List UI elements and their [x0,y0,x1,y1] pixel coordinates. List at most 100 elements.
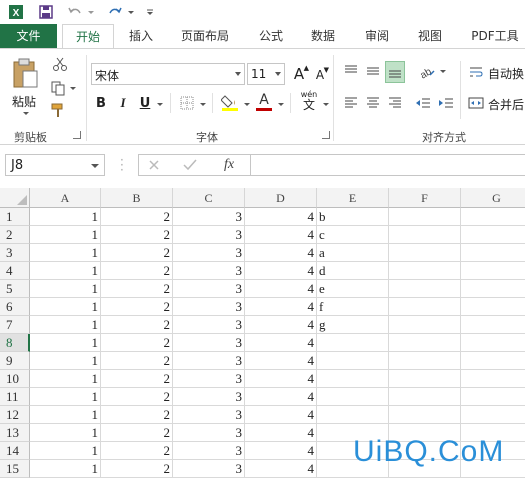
cell-c[interactable]: 3 [173,316,245,334]
cell-c[interactable]: 3 [173,388,245,406]
cell-a[interactable]: 1 [30,442,101,460]
cell-d[interactable]: 4 [245,316,317,334]
row-header[interactable]: 3 [0,244,30,262]
cell-b[interactable]: 2 [101,316,173,334]
cell-a[interactable]: 1 [30,208,101,226]
cell-d[interactable]: 4 [245,442,317,460]
cell-d[interactable]: 4 [245,370,317,388]
grow-font-button[interactable]: A ▲ [291,64,309,84]
column-header-e[interactable]: E [317,188,389,208]
cell-b[interactable]: 2 [101,388,173,406]
cell-a[interactable]: 1 [30,352,101,370]
align-top-icon[interactable] [341,61,361,81]
cell-d[interactable]: 4 [245,208,317,226]
cell-b[interactable]: 2 [101,460,173,478]
tab-review[interactable]: 审阅 [354,24,400,48]
tab-view[interactable]: 视图 [407,24,453,48]
cell-c[interactable]: 3 [173,208,245,226]
paste-label[interactable]: 粘贴 [12,93,36,110]
align-right-icon[interactable] [385,93,405,113]
cell-b[interactable]: 2 [101,244,173,262]
tab-home[interactable]: 开始 [62,24,114,49]
cell-b[interactable]: 2 [101,334,173,352]
cell-b[interactable]: 2 [101,442,173,460]
cell-f[interactable] [389,244,461,262]
cell-d[interactable]: 4 [245,406,317,424]
cell-g[interactable] [461,352,525,370]
cell-a[interactable]: 1 [30,226,101,244]
row-header[interactable]: 1 [0,208,30,226]
tab-insert[interactable]: 插入 [118,24,164,48]
cell-b[interactable]: 2 [101,280,173,298]
cell-d[interactable]: 4 [245,424,317,442]
cell-f[interactable] [389,352,461,370]
enter-icon[interactable] [180,157,200,173]
cell-e[interactable]: b [317,208,389,226]
row-header[interactable]: 15 [0,460,30,478]
undo-icon[interactable] [66,2,84,22]
cell-c[interactable]: 3 [173,406,245,424]
underline-button[interactable]: U [137,93,153,113]
font-launcher-icon[interactable] [322,131,330,139]
cell-d[interactable]: 4 [245,352,317,370]
cancel-icon[interactable] [144,157,164,173]
cell-d[interactable]: 4 [245,298,317,316]
paste-dropdown-icon[interactable] [23,112,29,115]
column-header-b[interactable]: B [101,188,173,208]
cut-icon[interactable] [50,55,70,73]
cell-a[interactable]: 1 [30,388,101,406]
cell-g[interactable] [461,334,525,352]
borders-dropdown-icon[interactable] [200,103,206,106]
cell-c[interactable]: 3 [173,280,245,298]
column-header-d[interactable]: D [245,188,317,208]
cell-a[interactable]: 1 [30,298,101,316]
cell-e[interactable]: a [317,244,389,262]
redo-dropdown-icon[interactable] [126,2,136,22]
phonetic-dropdown-icon[interactable] [323,103,329,106]
cell-f[interactable] [389,298,461,316]
cell-g[interactable] [461,406,525,424]
cell-f[interactable] [389,226,461,244]
cell-b[interactable]: 2 [101,406,173,424]
row-header[interactable]: 13 [0,424,30,442]
cell-b[interactable]: 2 [101,298,173,316]
cell-f[interactable] [389,280,461,298]
merge-center-icon[interactable] [466,93,486,113]
cell-g[interactable] [461,370,525,388]
cell-c[interactable]: 3 [173,352,245,370]
cell-a[interactable]: 1 [30,244,101,262]
row-header[interactable]: 4 [0,262,30,280]
cell-e[interactable] [317,334,389,352]
column-header-c[interactable]: C [173,188,245,208]
clipboard-launcher-icon[interactable] [73,131,81,139]
align-middle-icon[interactable] [363,61,383,81]
italic-button[interactable]: I [115,93,131,113]
cell-g[interactable] [461,280,525,298]
cell-f[interactable] [389,208,461,226]
select-all-button[interactable] [0,188,30,208]
cell-g[interactable] [461,388,525,406]
copy-icon[interactable] [48,79,68,97]
row-header[interactable]: 6 [0,298,30,316]
cell-c[interactable]: 3 [173,262,245,280]
cell-f[interactable] [389,406,461,424]
row-header[interactable]: 7 [0,316,30,334]
cell-e[interactable] [317,406,389,424]
cell-d[interactable]: 4 [245,334,317,352]
cell-a[interactable]: 1 [30,406,101,424]
excel-app-icon[interactable]: X [6,2,26,22]
cell-f[interactable] [389,388,461,406]
cell-e[interactable] [317,388,389,406]
cell-a[interactable]: 1 [30,316,101,334]
cell-a[interactable]: 1 [30,262,101,280]
font-size-select[interactable]: 11 [247,63,285,85]
cell-g[interactable] [461,244,525,262]
cell-f[interactable] [389,262,461,280]
cell-b[interactable]: 2 [101,262,173,280]
borders-icon[interactable] [178,93,196,113]
row-header[interactable]: 9 [0,352,30,370]
cell-f[interactable] [389,334,461,352]
cell-c[interactable]: 3 [173,334,245,352]
cell-a[interactable]: 1 [30,370,101,388]
customize-toolbar-icon[interactable] [144,2,156,22]
